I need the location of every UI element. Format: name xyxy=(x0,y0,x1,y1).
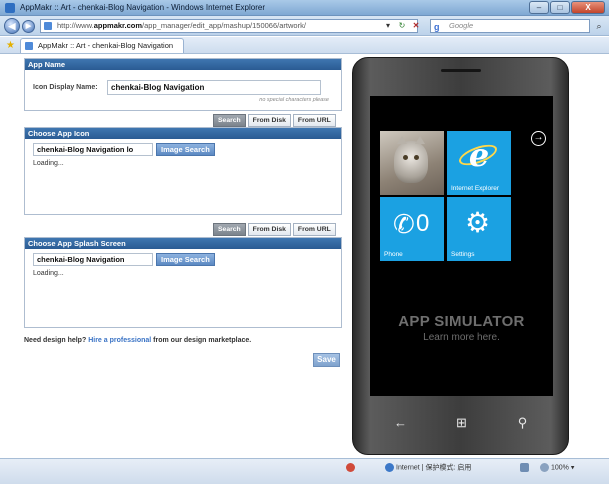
icon-image-search-button[interactable]: Image Search xyxy=(156,143,215,156)
close-button[interactable]: X xyxy=(571,1,605,14)
choose-splash-header: Choose App Splash Screen xyxy=(25,238,341,249)
refresh-icon[interactable]: ↻ xyxy=(396,19,408,33)
splash-source-buttons: Search From Disk From URL xyxy=(213,223,336,236)
phone-simulator: e Internet Explorer ✆ 0 Phone ⚙ Settings… xyxy=(352,57,569,455)
url-path: /app_manager/edit_app/mashup/150066/artw… xyxy=(142,21,306,30)
phone-icon: ✆ xyxy=(393,209,415,239)
phone-hardware-keys: ← ⊞ ⚲ xyxy=(370,403,553,443)
search-go-icon[interactable]: ⌕ xyxy=(592,19,606,33)
navigation-bar: ◀ ▶ http://www.appmakr.com/app_manager/e… xyxy=(0,16,609,36)
cat-photo-icon xyxy=(394,136,428,183)
ie-app-icon xyxy=(5,3,15,13)
phone-earpiece xyxy=(441,69,481,72)
tab-bar: ★ AppMakr :: Art - chenkai-Blog Navigati… xyxy=(0,37,609,54)
cat-eye-right xyxy=(414,155,419,160)
icon-from-url-button[interactable]: From URL xyxy=(292,114,336,127)
search-input[interactable]: g Google xyxy=(430,19,590,33)
missed-call-count: 0 xyxy=(416,210,430,237)
simulator-title: APP SIMULATOR xyxy=(398,313,525,330)
icon-search-button[interactable]: Search xyxy=(213,114,246,127)
settings-tile-label: Settings xyxy=(451,251,475,258)
tab-appmakr[interactable]: AppMakr :: Art - chenkai-Blog Navigation xyxy=(20,38,184,53)
address-dropdown-icon[interactable]: ▾ xyxy=(382,19,394,33)
search-icon[interactable]: ⚲ xyxy=(503,408,543,438)
window-titlebar: AppMakr :: Art - chenkai-Blog Navigation… xyxy=(0,0,609,16)
page-content: App Name Icon Display Name: chenkai-Blog… xyxy=(0,54,609,458)
phone-tile-label: Phone xyxy=(384,251,403,258)
choose-app-icon-header: Choose App Icon xyxy=(25,128,341,139)
zoom-icon xyxy=(540,463,549,472)
url-domain: appmakr.com xyxy=(93,21,143,30)
simulator-learn-more-link[interactable]: Learn more here. xyxy=(370,332,553,343)
splash-from-disk-button[interactable]: From Disk xyxy=(247,223,291,236)
address-bar[interactable]: http://www.appmakr.com/app_manager/edit_… xyxy=(40,19,418,33)
choose-app-icon-panel: Choose App Icon chenkai-Blog Navigation … xyxy=(24,127,342,215)
splash-search-input[interactable]: chenkai-Blog Navigation xyxy=(33,253,153,266)
globe-icon xyxy=(385,463,394,472)
display-name-hint: no special characters please xyxy=(259,97,329,103)
cat-ear-left xyxy=(397,136,407,144)
stop-icon[interactable]: ✕ xyxy=(410,19,422,33)
phone-screen[interactable]: e Internet Explorer ✆ 0 Phone ⚙ Settings… xyxy=(370,96,553,396)
tab-page-icon xyxy=(25,42,33,50)
blocked-icon xyxy=(346,463,355,472)
save-button[interactable]: Save xyxy=(313,353,340,367)
windows-start-icon[interactable]: ⊞ xyxy=(442,408,482,438)
arrow-right-icon[interactable]: → xyxy=(531,131,546,146)
url-prefix: http://www. xyxy=(57,21,94,30)
splash-search-button[interactable]: Search xyxy=(213,223,246,236)
security-icon xyxy=(346,463,357,473)
splash-loading-text: Loading... xyxy=(33,270,64,277)
hire-professional-link[interactable]: Hire a professional xyxy=(88,337,151,344)
internet-zone[interactable]: Internet | 保护模式: 启用 xyxy=(385,463,471,473)
favorites-star-icon[interactable]: ★ xyxy=(6,40,15,51)
search-placeholder: Google xyxy=(449,21,474,30)
minimize-button[interactable]: – xyxy=(529,1,549,14)
zoom-control[interactable]: 100% ▾ xyxy=(540,463,574,473)
back-button[interactable]: ◀ xyxy=(4,18,20,34)
back-arrow-icon[interactable]: ← xyxy=(381,408,421,438)
app-name-header: App Name xyxy=(25,59,341,70)
window-controls: – □ X xyxy=(529,1,605,14)
ie-tile-label: Internet Explorer xyxy=(451,185,500,192)
zoom-level: 100% xyxy=(551,464,569,472)
google-icon: g xyxy=(434,22,440,32)
status-bar: Internet | 保护模式: 启用 100% ▾ xyxy=(0,458,609,484)
icon-source-buttons: Search From Disk From URL xyxy=(213,114,336,127)
status-tools xyxy=(520,463,531,473)
choose-splash-screen-panel: Choose App Splash Screen chenkai-Blog Na… xyxy=(24,237,342,328)
window-title: AppMakr :: Art - chenkai-Blog Navigation… xyxy=(20,3,265,12)
ie-icon: e xyxy=(468,136,490,174)
settings-tile[interactable]: ⚙ Settings xyxy=(447,197,511,261)
address-controls: ▾ ↻ ✕ xyxy=(382,19,422,33)
zoom-dropdown-icon[interactable]: ▾ xyxy=(571,464,575,471)
design-help-prefix: Need design help? xyxy=(24,337,87,344)
page-icon xyxy=(44,22,52,30)
app-name-panel: App Name Icon Display Name: chenkai-Blog… xyxy=(24,58,342,111)
forward-button[interactable]: ▶ xyxy=(22,20,35,33)
icon-search-input[interactable]: chenkai-Blog Navigation lo xyxy=(33,143,153,156)
zone-text: Internet | 保护模式: 启用 xyxy=(396,464,472,472)
cat-ear-right xyxy=(415,136,425,144)
icon-loading-text: Loading... xyxy=(33,160,64,167)
tab-label: AppMakr :: Art - chenkai-Blog Navigation xyxy=(38,41,174,50)
splash-image-search-button[interactable]: Image Search xyxy=(156,253,215,266)
design-help-text: Need design help? Hire a professional fr… xyxy=(24,337,251,344)
cat-eye-left xyxy=(403,155,408,160)
icon-from-disk-button[interactable]: From Disk xyxy=(247,114,291,127)
icon-display-name-input[interactable]: chenkai-Blog Navigation xyxy=(107,80,321,95)
splash-from-url-button[interactable]: From URL xyxy=(292,223,336,236)
tools-icon[interactable] xyxy=(520,463,529,472)
internet-explorer-tile[interactable]: e Internet Explorer xyxy=(447,131,511,195)
maximize-button[interactable]: □ xyxy=(550,1,570,14)
photo-tile[interactable] xyxy=(380,131,444,195)
gear-icon: ⚙ xyxy=(465,207,491,238)
icon-display-name-label: Icon Display Name: xyxy=(33,84,98,91)
design-help-suffix: from our design marketplace. xyxy=(153,337,252,344)
phone-tile[interactable]: ✆ 0 Phone xyxy=(380,197,444,261)
